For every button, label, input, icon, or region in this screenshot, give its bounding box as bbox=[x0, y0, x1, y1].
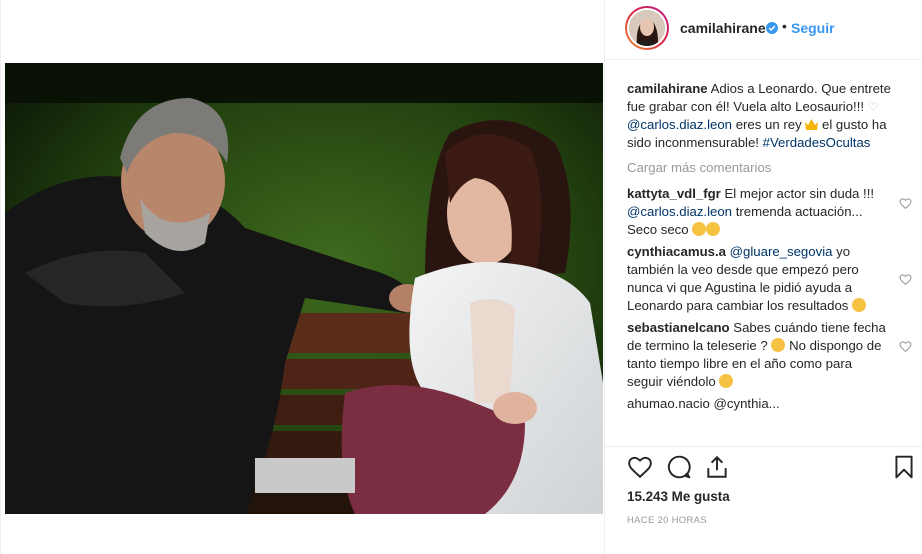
load-more-comments[interactable]: Cargar más comentarios bbox=[627, 159, 912, 177]
caption-hashtag[interactable]: #VerdadesOcultas bbox=[763, 135, 871, 150]
bookmark-icon[interactable] bbox=[891, 454, 917, 480]
verified-badge-icon bbox=[766, 22, 778, 34]
comment-mention[interactable]: @carlos.diaz.leon bbox=[627, 204, 732, 219]
caption-text-2: eres un rey bbox=[732, 117, 806, 132]
white-heart-emoji-icon: ♡ bbox=[867, 100, 879, 114]
comment-item: kattyta_vdl_fgr El mejor actor sin duda … bbox=[627, 185, 912, 239]
post-photo-image bbox=[5, 63, 603, 514]
heart-icon[interactable] bbox=[627, 454, 653, 480]
heart-icon[interactable] bbox=[899, 273, 912, 286]
truncated-comment: ahumao.nacio @cynthia... bbox=[627, 396, 780, 411]
comment-text: El mejor actor sin duda !!! bbox=[720, 186, 875, 201]
comment-mention[interactable]: @gluare_segovia bbox=[730, 244, 833, 259]
post-side-panel: camilahirane • Seguir camilahirane Adios… bbox=[605, 0, 922, 554]
follow-button[interactable]: Seguir bbox=[791, 20, 835, 36]
crown-emoji-icon bbox=[805, 119, 819, 130]
post-caption: camilahirane Adios a Leonardo. Que entre… bbox=[627, 80, 912, 152]
clap-emoji-icon bbox=[706, 222, 721, 236]
post-header: camilahirane • Seguir bbox=[605, 0, 922, 60]
heart-icon[interactable] bbox=[899, 340, 912, 353]
smile-emoji-icon bbox=[852, 298, 867, 312]
caption-mention[interactable]: @carlos.diaz.leon bbox=[627, 117, 732, 132]
comments-list: camilahirane Adios a Leonardo. Que entre… bbox=[627, 80, 912, 450]
clap-emoji-icon bbox=[692, 222, 707, 236]
comment-username[interactable]: kattyta_vdl_fgr bbox=[627, 186, 721, 201]
header-username[interactable]: camilahirane bbox=[680, 20, 766, 36]
heart-icon[interactable] bbox=[899, 197, 912, 210]
post-timestamp: HACE 20 HORAS bbox=[627, 515, 707, 526]
laughing-emoji-icon bbox=[719, 374, 734, 388]
comment-username[interactable]: sebastianelcano bbox=[627, 320, 730, 335]
header-dot: • bbox=[782, 18, 787, 34]
share-icon[interactable] bbox=[704, 454, 730, 480]
actions-divider bbox=[605, 446, 922, 447]
comment-item: cynthiacamus.a @gluare_segovia yo tambié… bbox=[627, 243, 912, 315]
likes-count[interactable]: 15.243 Me gusta bbox=[627, 489, 730, 504]
comment-username[interactable]: cynthiacamus.a bbox=[627, 244, 726, 259]
caption-username[interactable]: camilahirane bbox=[627, 81, 708, 96]
comment-item: sebastianelcano Sabes cuándo tiene fecha… bbox=[627, 319, 912, 391]
comment-icon[interactable] bbox=[666, 454, 692, 480]
thinking-emoji-icon bbox=[771, 338, 786, 352]
post-photo[interactable] bbox=[5, 63, 603, 514]
avatar[interactable] bbox=[625, 6, 669, 50]
page-left-border bbox=[0, 0, 1, 554]
